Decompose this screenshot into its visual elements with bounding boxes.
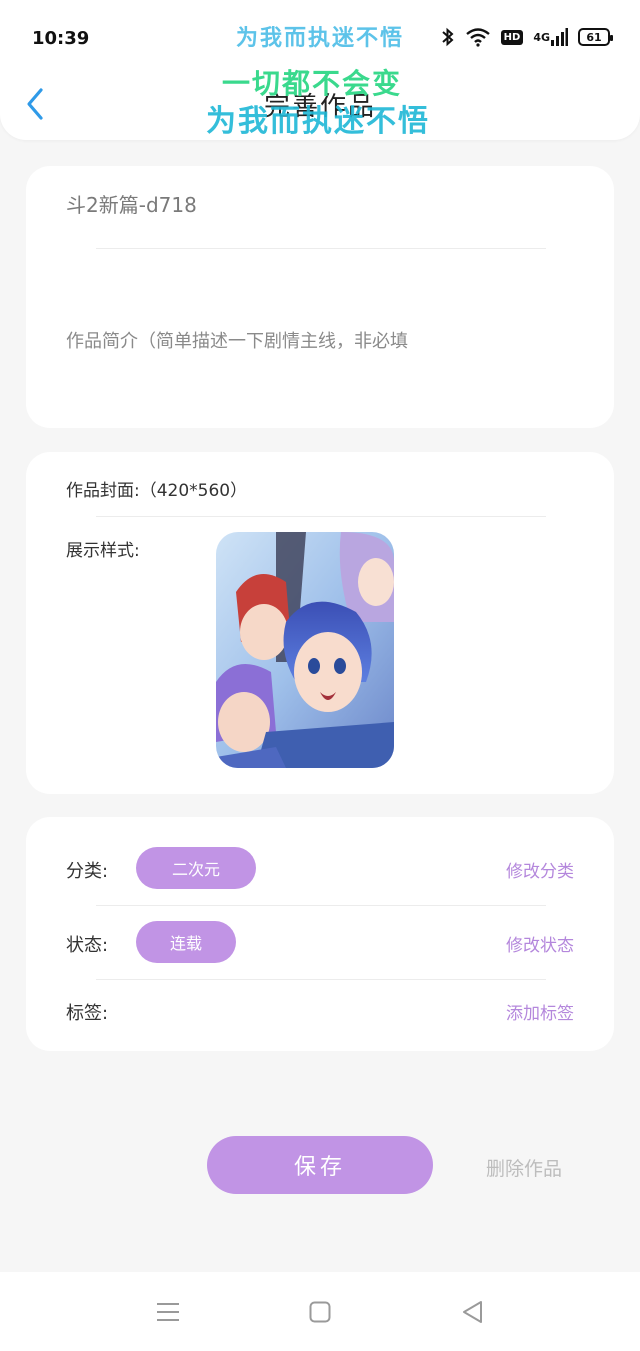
menu-icon bbox=[157, 1303, 179, 1321]
display-style-label: 展示样式: bbox=[66, 541, 140, 561]
divider bbox=[96, 979, 546, 980]
hd-label: HD bbox=[500, 29, 524, 45]
work-info-card bbox=[26, 166, 614, 428]
work-intro-input[interactable] bbox=[66, 326, 586, 356]
meta-card: 分类: 二次元 修改分类 状态: 连载 修改状态 标签: 添加标签 bbox=[26, 817, 614, 1051]
add-tag-link[interactable]: 添加标签 bbox=[506, 999, 574, 1024]
bluetooth-icon bbox=[441, 24, 455, 50]
network-type: 4G bbox=[533, 30, 550, 44]
wifi-icon bbox=[465, 24, 491, 50]
back-triangle-icon bbox=[463, 1301, 482, 1323]
system-nav-bar bbox=[0, 1272, 640, 1351]
divider bbox=[96, 516, 546, 517]
status-label: 状态: bbox=[66, 935, 109, 956]
battery-icon: 61 bbox=[578, 24, 613, 50]
home-square-icon bbox=[309, 1301, 331, 1323]
category-label: 分类: bbox=[66, 861, 109, 882]
watermark-line-1: 为我而执迷不悟 bbox=[236, 26, 405, 51]
back-nav-button[interactable] bbox=[452, 1296, 492, 1328]
cover-label: 作品封面:（420*560） bbox=[66, 481, 248, 501]
hd-icon: HD bbox=[500, 24, 524, 50]
work-title-input[interactable] bbox=[66, 186, 566, 220]
divider bbox=[96, 905, 546, 906]
cover-image[interactable] bbox=[216, 532, 394, 768]
status-chip[interactable]: 连载 bbox=[136, 921, 236, 963]
watermark-line-3: 为我而执迷不悟 bbox=[206, 104, 430, 139]
home-button[interactable] bbox=[300, 1296, 340, 1328]
edit-status-link[interactable]: 修改状态 bbox=[506, 931, 574, 956]
edit-category-link[interactable]: 修改分类 bbox=[506, 857, 574, 882]
category-chip[interactable]: 二次元 bbox=[136, 847, 256, 889]
delete-work-link[interactable]: 删除作品 bbox=[486, 1154, 562, 1181]
divider bbox=[96, 248, 546, 249]
save-button[interactable]: 保存 bbox=[207, 1136, 433, 1194]
status-icons: HD 4G 61 bbox=[441, 24, 613, 50]
signal-icon: 4G bbox=[533, 24, 568, 50]
top-bar: 10:39 HD 4G 61 完善作品 为我而执迷不悟 一切都不会变 为我而执迷… bbox=[0, 0, 640, 140]
tags-label: 标签: bbox=[66, 1003, 109, 1024]
menu-button[interactable] bbox=[148, 1296, 188, 1328]
cover-card: 作品封面:（420*560） 展示样式: bbox=[26, 452, 614, 794]
status-time: 10:39 bbox=[32, 28, 90, 49]
battery-level: 61 bbox=[578, 28, 613, 46]
